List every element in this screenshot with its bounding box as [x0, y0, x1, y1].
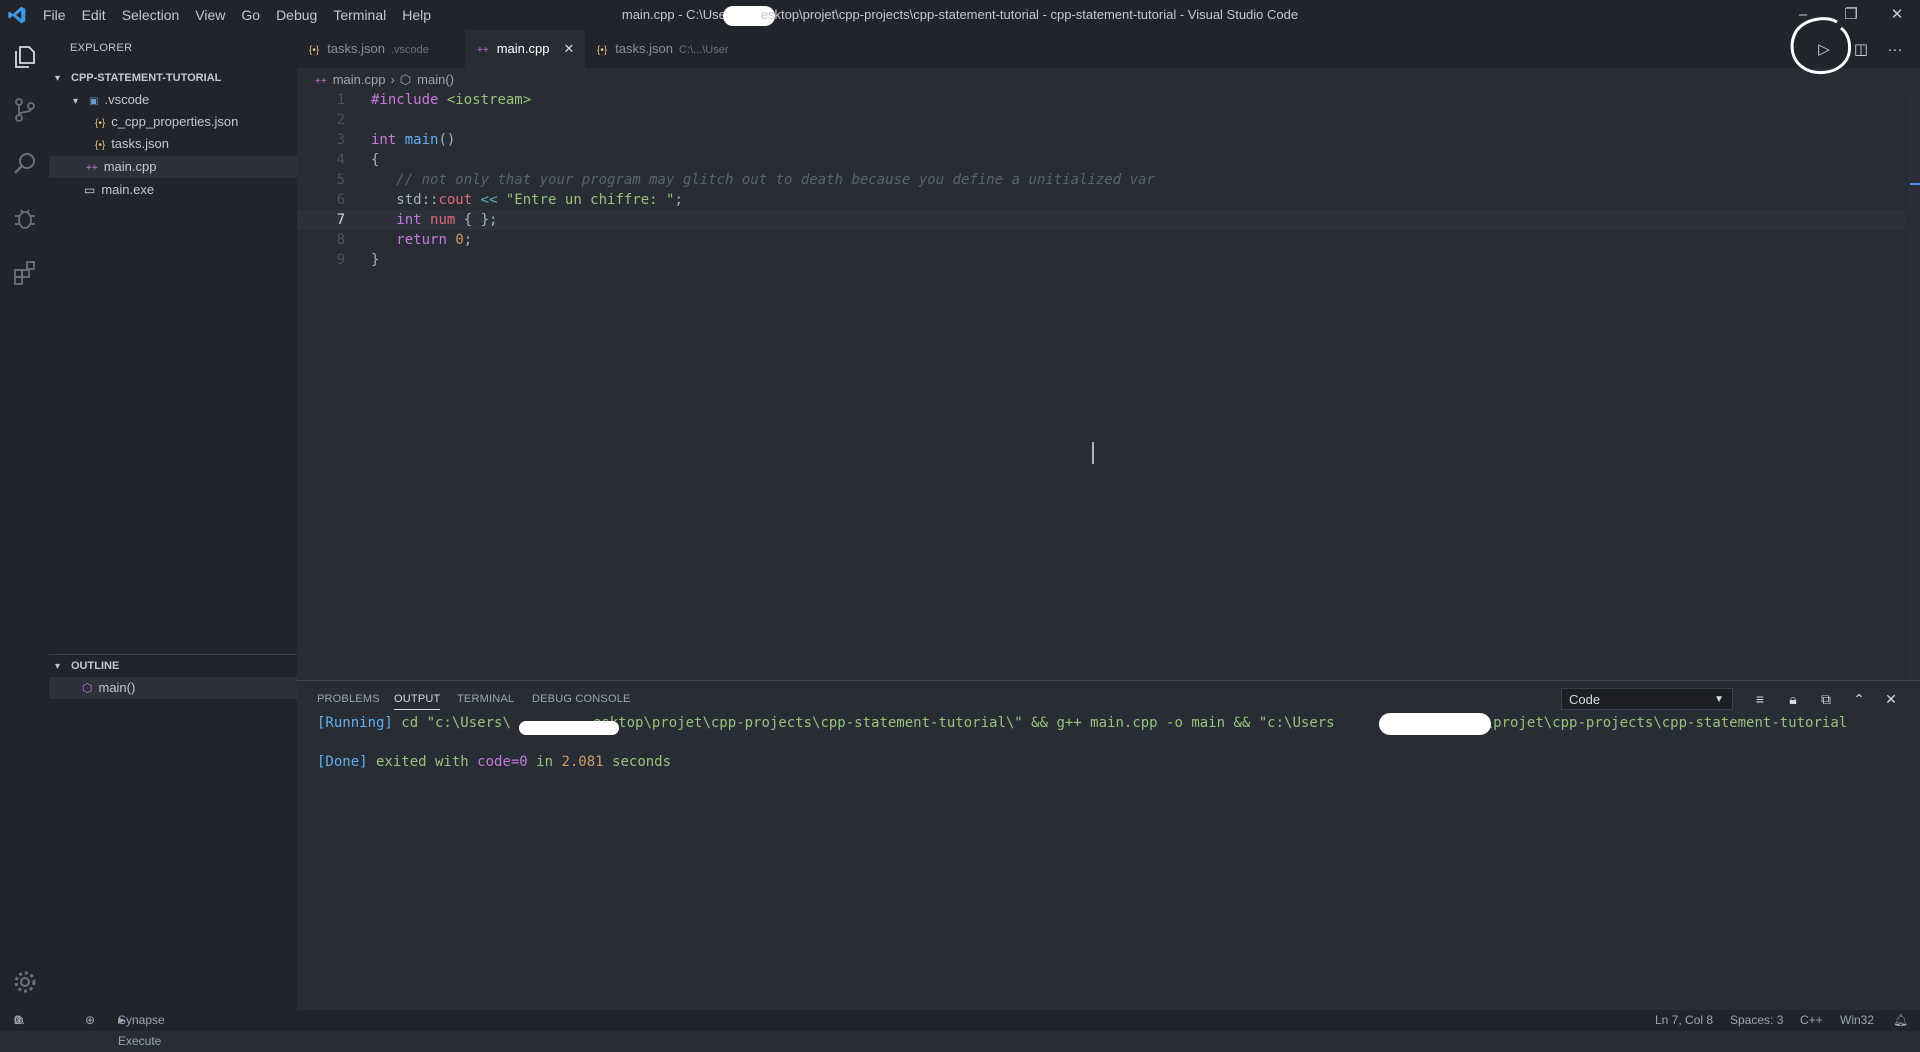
redaction-scribble [519, 721, 619, 735]
tree-item-tasks-json[interactable]: {•} tasks.json [49, 133, 297, 155]
source-control-icon[interactable] [11, 96, 39, 124]
json-file-icon: {•} [95, 118, 106, 129]
settings-gear-icon[interactable] [11, 968, 39, 996]
close-panel-icon[interactable]: ✕ [1881, 689, 1901, 709]
search-icon[interactable] [11, 150, 39, 178]
scrollbar-marker [1910, 183, 1920, 185]
chevron-right-icon: › [390, 72, 395, 87]
mouse-text-cursor [1092, 442, 1094, 464]
tab-tasks-json-user[interactable]: {•} tasks.json C:\...\User [585, 30, 745, 68]
outline-item-main[interactable]: ⬡ main() [49, 677, 297, 699]
window-title: main.cpp - C:\Users esktop\projet\cpp-pro… [0, 5, 1920, 26]
tab-problems[interactable]: PROBLEMS [317, 693, 380, 705]
close-window-icon[interactable]: ✕ [1882, 4, 1912, 26]
code-line: 8 return 0; [336, 232, 473, 248]
activity-bar [0, 30, 49, 1010]
tree-item-vscode-folder[interactable]: ▾ ▣ .vscode [49, 89, 297, 111]
redaction-scribble [1379, 713, 1491, 735]
code-line: 3 int main() [336, 132, 456, 148]
breadcrumb: ++ main.cpp › ⬡ main() [315, 70, 454, 90]
code-line: 6 std::cout << "Entre un chiffre: "; [336, 192, 683, 208]
bottom-panel: PROBLEMS OUTPUT TERMINAL DEBUG CONSOLE C… [297, 680, 1920, 1011]
code-line-current: 7 int num { }; [297, 210, 1907, 230]
method-cube-icon: ⬡ [82, 681, 93, 695]
code-line: 5 // not only that your program may glit… [336, 172, 1155, 188]
indentation[interactable]: Spaces: 3 [1730, 1010, 1783, 1031]
code-line: 2 [336, 112, 345, 128]
code-line: 1 #include <iostream> [336, 92, 532, 108]
explorer-sidebar: EXPLORER ▾ CPP-STATEMENT-TUTORIAL ▾ ▣ .vsco… [49, 30, 297, 1010]
chevron-down-icon: ▾ [55, 73, 61, 84]
json-file-icon: {•} [309, 45, 320, 56]
method-cube-icon: ⬡ [399, 72, 412, 87]
tab-main-cpp[interactable]: ++ main.cpp ✕ [465, 30, 585, 68]
tab-tasks-json-vscode[interactable]: {•} tasks.json .vscode [297, 30, 465, 68]
tab-terminal[interactable]: TERMINAL [457, 693, 514, 705]
output-line-done: [Done] exited with code=0 in 2.081 secon… [317, 754, 672, 770]
tree-item-c-cpp-properties[interactable]: {•} c_cpp_properties.json [49, 111, 297, 133]
output-channel-select[interactable]: Code ▼ [1561, 688, 1733, 710]
cpp-file-icon: ++ [315, 76, 327, 87]
tree-item-main-cpp[interactable]: ++ main.cpp [49, 156, 297, 178]
explorer-icon[interactable] [11, 42, 39, 70]
split-editor-icon[interactable]: ◫ [1850, 39, 1872, 61]
breadcrumb-file[interactable]: main.cpp [333, 72, 386, 87]
cpp-file-icon: ++ [86, 163, 98, 174]
globe-icon[interactable]: ⊕ [85, 1010, 95, 1031]
bell-icon[interactable]: 🔔︎ [1893, 1010, 1908, 1031]
json-file-icon: {•} [95, 140, 106, 151]
cpp-file-icon: ++ [477, 45, 489, 56]
code-line: 9} [336, 252, 380, 268]
cursor-position[interactable]: Ln 7, Col 8 [1655, 1010, 1713, 1031]
open-log-icon[interactable]: ⧉ [1816, 689, 1836, 709]
folder-icon: ▣ [89, 96, 99, 107]
chevron-down-icon: ▼ [1714, 694, 1724, 705]
chevron-down-icon: ▾ [73, 96, 79, 107]
breadcrumb-symbol[interactable]: main() [417, 72, 454, 87]
extensions-icon[interactable] [11, 258, 39, 286]
code-editor[interactable]: 1 #include <iostream> 2 3 int main() 4{ 5 … [297, 90, 1907, 680]
clear-output-icon[interactable]: ≡ [1750, 689, 1770, 709]
platform[interactable]: Win32 [1840, 1010, 1874, 1031]
maximize-panel-icon[interactable]: ⌃ [1849, 689, 1869, 709]
json-file-icon: {•} [597, 45, 608, 56]
folder-header[interactable]: ▾ CPP-STATEMENT-TUTORIAL [49, 67, 297, 89]
more-actions-icon[interactable]: ··· [1884, 39, 1906, 61]
lock-scroll-icon[interactable]: 🔒︎ [1783, 689, 1803, 709]
explorer-header: EXPLORER [70, 42, 133, 54]
title-bar: File Edit Selection View Go Debug Termin… [0, 0, 1920, 30]
binary-file-icon: ▭ [84, 183, 96, 197]
tab-debug-console[interactable]: DEBUG CONSOLE [532, 693, 631, 705]
close-tab-icon[interactable]: ✕ [563, 41, 574, 56]
code-line: 4{ [336, 152, 380, 168]
editor-tabs: {•} tasks.json .vscode ++ main.cpp ✕ {•} task… [297, 17, 1920, 74]
tab-output[interactable]: OUTPUT [394, 693, 441, 710]
status-bar: ⊗ 0 ⚠ 0 ⊕ ▸ Synapse Execute Ln 7, Col 8 … [0, 1010, 1920, 1048]
outline-header[interactable]: ▾ OUTLINE [49, 654, 297, 677]
tree-item-main-exe[interactable]: ▭ main.exe [49, 179, 297, 201]
debug-icon[interactable] [11, 204, 39, 232]
run-code-icon[interactable]: ▷ [1813, 39, 1835, 61]
editor-scrollbar[interactable] [1908, 90, 1920, 680]
chevron-down-icon: ▾ [55, 661, 61, 672]
language-mode[interactable]: C++ [1800, 1010, 1823, 1031]
